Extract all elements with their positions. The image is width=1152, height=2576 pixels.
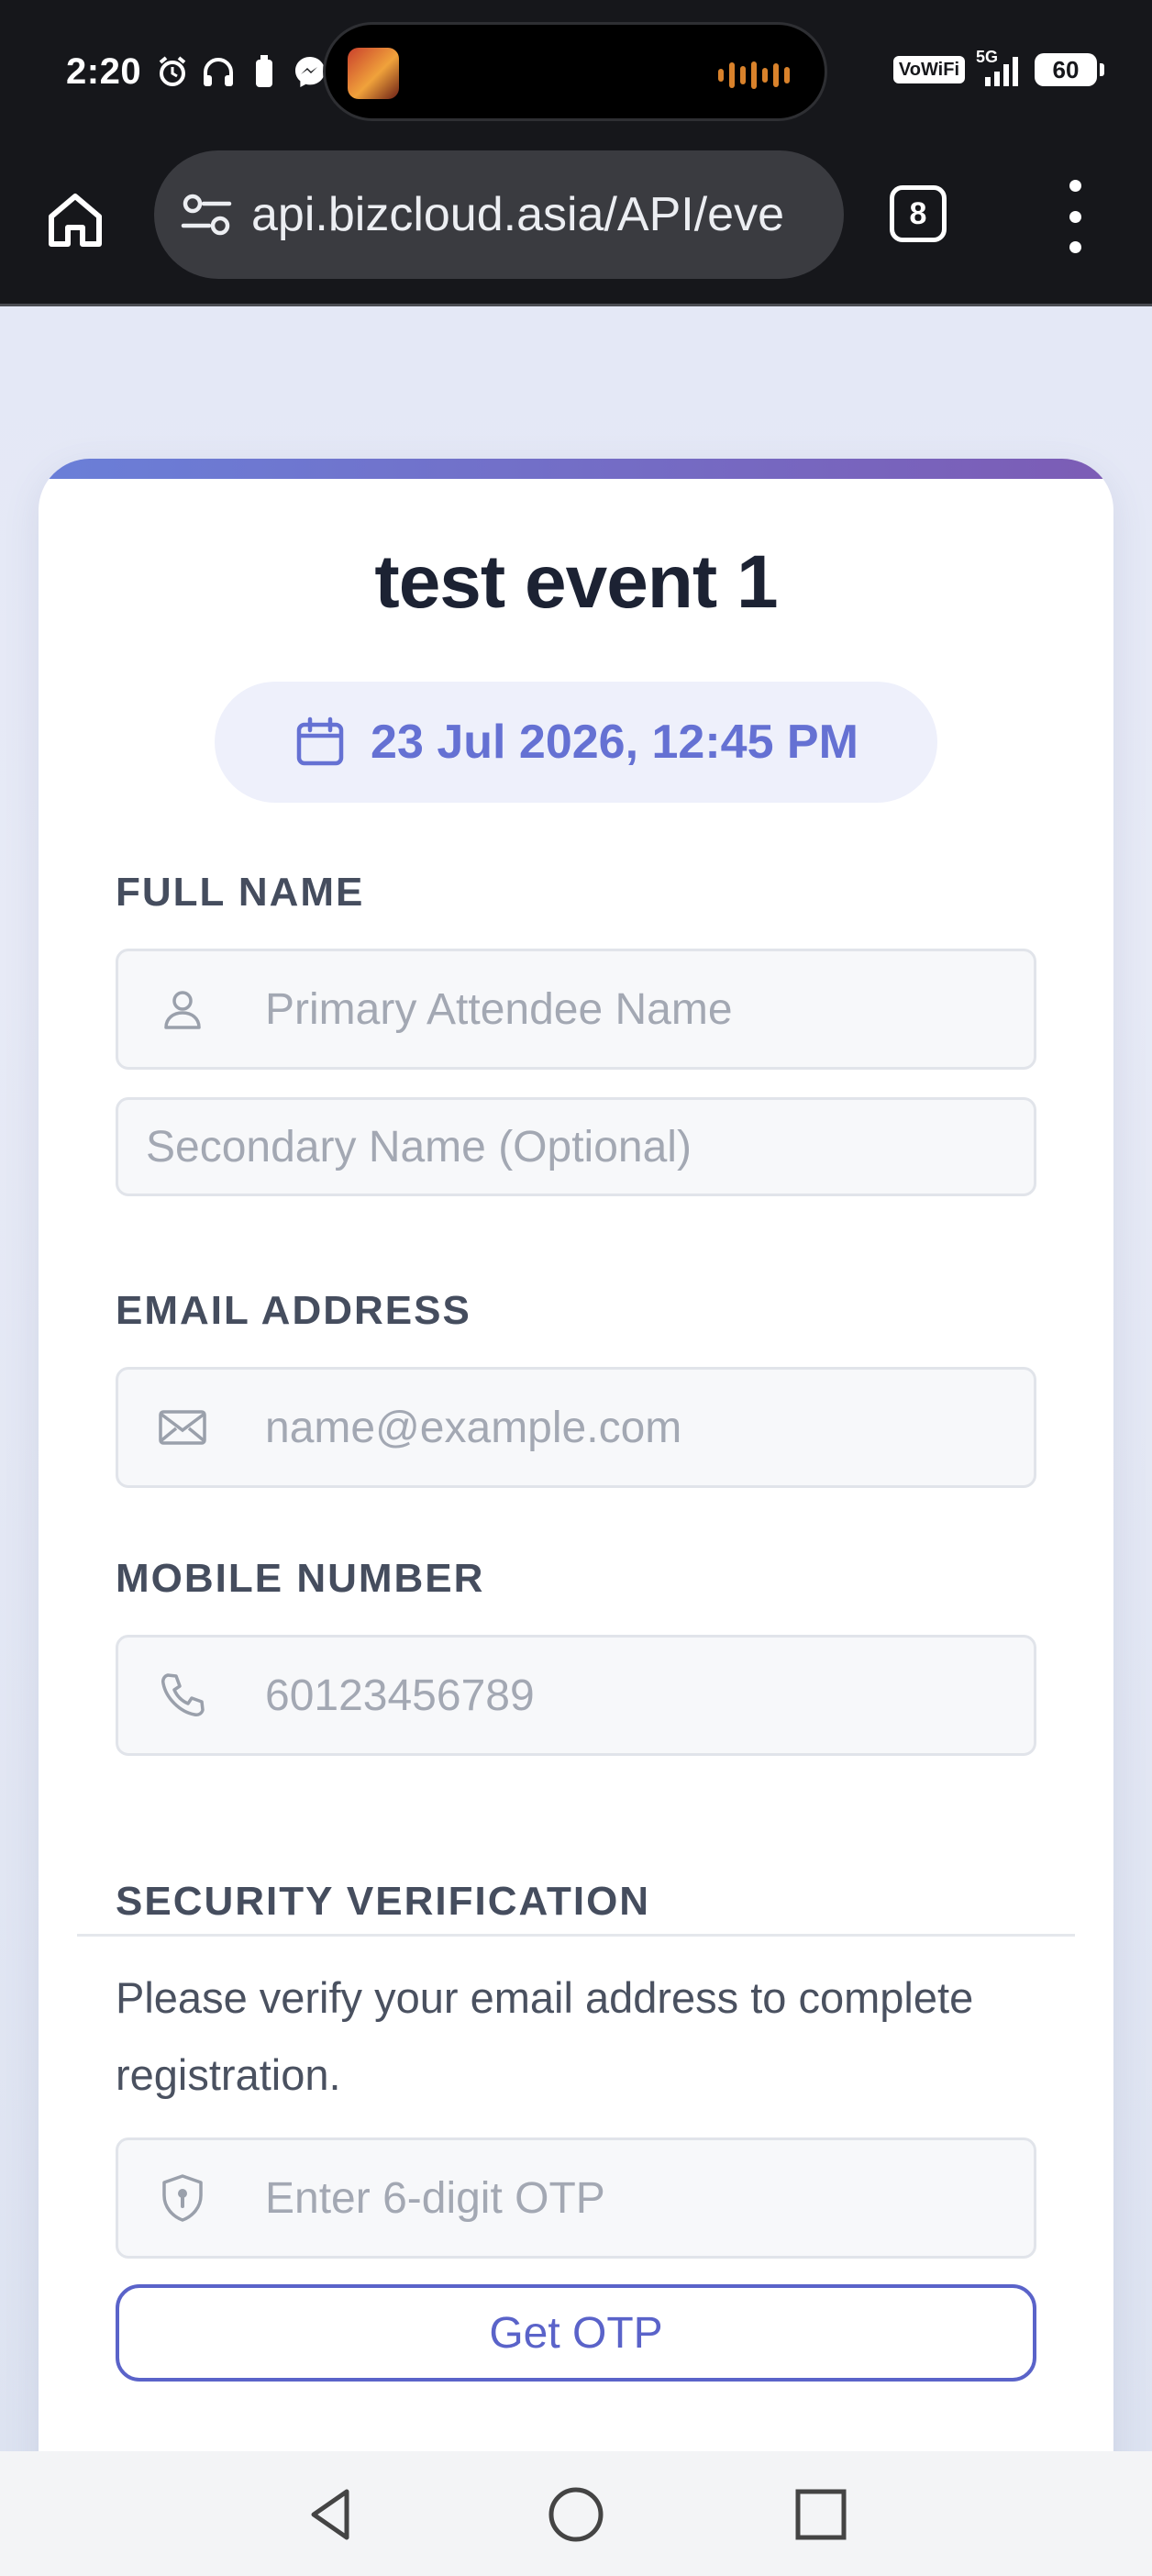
otp-input[interactable]: [265, 2140, 1034, 2256]
tab-switcher-button[interactable]: 8: [890, 185, 947, 242]
security-helper-text: Please verify your email address to comp…: [116, 1973, 974, 2099]
mobile-label: MOBILE NUMBER: [116, 1556, 485, 1601]
audio-wave-icon: [718, 61, 790, 89]
get-otp-button[interactable]: Get OTP: [116, 2284, 1036, 2382]
signal-icon: 5G: [976, 48, 1024, 88]
battery-indicator: 60: [1035, 53, 1104, 86]
email-label: EMAIL ADDRESS: [116, 1288, 471, 1333]
address-bar[interactable]: api.bizcloud.asia/API/eve: [154, 150, 844, 279]
media-album-art: [348, 48, 399, 99]
home-icon: [49, 194, 102, 247]
url-text[interactable]: api.bizcloud.asia/API/eve: [251, 187, 784, 242]
home-circle-icon: [548, 2487, 604, 2542]
secondary-name-input[interactable]: [118, 1100, 1034, 1194]
home-button[interactable]: [42, 187, 108, 253]
event-datetime: 23 Jul 2026, 12:45 PM: [371, 716, 858, 769]
event-title: test event 1: [374, 540, 778, 624]
security-label: SECURITY VERIFICATION: [116, 1879, 651, 1924]
status-bar: 2:20 VoWiFi 5G 60: [0, 0, 1152, 145]
shield-lock-icon: [162, 2174, 203, 2222]
event-date-badge: 23 Jul 2026, 12:45 PM: [215, 682, 937, 803]
site-settings-icon[interactable]: [180, 188, 233, 241]
secondary-name-field[interactable]: [116, 1097, 1036, 1196]
home-nav-button[interactable]: [544, 2482, 608, 2547]
card-accent-bar: [39, 459, 1113, 479]
mobile-input[interactable]: [265, 1638, 1034, 1753]
system-nav-bar: [0, 2451, 1152, 2576]
recents-button[interactable]: [789, 2482, 853, 2547]
email-field[interactable]: [116, 1367, 1036, 1488]
phone-icon: [161, 1673, 205, 1716]
more-dot: [1069, 180, 1081, 192]
more-options-button[interactable]: [1057, 180, 1093, 253]
dynamic-island[interactable]: [323, 22, 827, 121]
otp-field[interactable]: [116, 2137, 1036, 2259]
vowifi-badge: VoWiFi: [892, 56, 965, 83]
email-input[interactable]: [265, 1370, 1034, 1485]
status-time: 2:20: [66, 51, 142, 92]
envelope-icon: [159, 1410, 206, 1445]
recents-square-icon: [795, 2489, 847, 2540]
back-button[interactable]: [299, 2482, 363, 2547]
back-triangle-icon: [311, 2489, 349, 2540]
mobile-field[interactable]: [116, 1635, 1036, 1756]
calendar-icon: [296, 716, 344, 766]
full-name-label: FULL NAME: [116, 870, 365, 915]
browser-toolbar: api.bizcloud.asia/API/eve 8: [0, 145, 1152, 306]
status-right-icons: VoWiFi 5G 60: [892, 48, 1104, 88]
page-content: test event 1 23 Jul 2026, 12:45 PM FULL …: [0, 306, 1152, 2451]
alarm-icon: [154, 53, 191, 90]
battery-saver-icon: [246, 53, 282, 90]
headphones-icon: [200, 53, 237, 90]
section-divider: [77, 1934, 1075, 1937]
user-icon: [164, 991, 201, 1029]
primary-name-field[interactable]: [116, 949, 1036, 1070]
status-left-icons: [154, 53, 328, 90]
more-dot: [1069, 241, 1081, 253]
primary-name-input[interactable]: [265, 951, 1034, 1067]
more-dot: [1069, 210, 1081, 223]
registration-card: test event 1 23 Jul 2026, 12:45 PM FULL …: [39, 459, 1113, 2451]
